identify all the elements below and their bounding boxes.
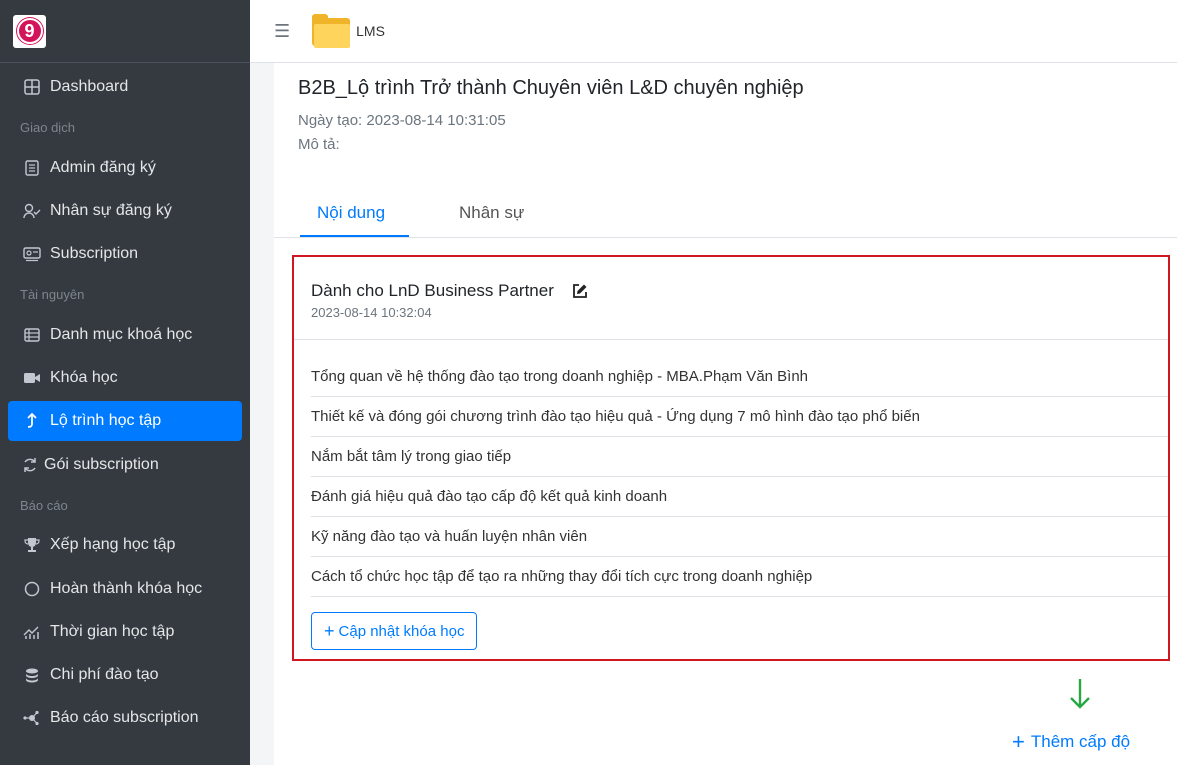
plus-icon: + (324, 620, 335, 641)
sidebar-item-label: Xếp hạng học tập (50, 536, 176, 553)
course-item[interactable]: Kỹ năng đào tạo và huấn luyện nhân viên (311, 517, 1168, 557)
add-level-button[interactable]: + Thêm cấp độ (1012, 729, 1130, 755)
sidebar-item-label: Gói subscription (44, 456, 159, 473)
sidebar-item-label: Lộ trình học tập (50, 412, 162, 429)
main-content: B2B_Lộ trình Trở thành Chuyên viên L&D c… (274, 63, 1177, 765)
course-item[interactable]: Thiết kế và đóng gói chương trình đào tạ… (311, 397, 1168, 437)
card-divider (294, 339, 1168, 340)
edit-icon[interactable] (572, 283, 588, 299)
tab-bar: Nội dung Nhân sự (274, 193, 1177, 238)
sidebar-item-training-cost[interactable]: Chi phí đào tạo (8, 655, 242, 695)
table-icon (22, 327, 42, 343)
active-tab-indicator (300, 235, 409, 237)
list-icon (22, 160, 42, 176)
hamburger-menu-icon[interactable]: ☰ (274, 21, 290, 42)
sidebar-item-subscription[interactable]: Subscription (8, 234, 242, 274)
tab-content[interactable]: Nội dung (317, 203, 385, 223)
nav-header-transactions: Giao dịch (20, 120, 75, 135)
subscription-icon (22, 246, 42, 262)
sidebar-item-subscription-package[interactable]: Gói subscription (8, 445, 242, 485)
coins-icon (22, 667, 42, 683)
nav-header-resources: Tài nguyên (20, 287, 85, 302)
user-check-icon (22, 203, 42, 219)
description-label: Mô tả: (298, 136, 340, 153)
course-item[interactable]: Tổng quan về hệ thống đào tạo trong doan… (311, 357, 1168, 397)
top-navbar: ☰ LMS (250, 0, 1177, 63)
nav-header-reports: Báo cáo (20, 498, 68, 513)
sidebar-item-course-completion[interactable]: Hoàn thành khóa học (8, 569, 242, 609)
update-courses-button[interactable]: + Cập nhật khóa học (311, 612, 478, 650)
course-item[interactable]: Đánh giá hiệu quả đào tạo cấp độ kết quả… (311, 477, 1168, 517)
chart-icon (22, 624, 42, 640)
tab-staff[interactable]: Nhân sự (459, 203, 524, 223)
circle-icon (22, 581, 42, 597)
sidebar-item-label: Subscription (50, 245, 139, 262)
arrow-up-icon (22, 412, 42, 430)
level-title: Dành cho LnD Business Partner (311, 281, 554, 300)
content-gutter (250, 63, 274, 765)
sidebar-item-learning-path[interactable]: Lộ trình học tập (8, 401, 242, 441)
sidebar-item-label: Danh mục khoá học (50, 326, 193, 343)
sidebar-item-label: Dashboard (50, 78, 129, 95)
sidebar-item-course-catalog[interactable]: Danh mục khoá học (8, 315, 242, 355)
sidebar-item-dashboard[interactable]: Dashboard (8, 67, 242, 107)
sidebar-item-label: Thời gian học tập (50, 623, 175, 640)
dashboard-icon (22, 79, 42, 95)
app-name[interactable]: LMS (356, 23, 385, 39)
sidebar-item-label: Khóa học (50, 369, 118, 386)
folder-icon[interactable] (310, 14, 352, 48)
created-date: Ngày tạo: 2023-08-14 10:31:05 (298, 112, 506, 129)
network-icon (22, 710, 42, 726)
sidebar-logo[interactable]: 9 (0, 0, 250, 63)
logo-mark: 9 (16, 18, 43, 44)
add-level-label: Thêm cấp độ (1030, 732, 1131, 751)
sidebar: 9 Dashboard Giao dịch Admin đăng ký Nhân… (0, 0, 250, 765)
sidebar-item-label: Nhân sự đăng ký (50, 202, 172, 219)
update-courses-label: Cập nhật khóa học (338, 622, 465, 640)
level-title-row: Dành cho LnD Business Partner (311, 281, 588, 301)
course-item[interactable]: Nắm bắt tâm lý trong giao tiếp (311, 437, 1168, 477)
plus-icon: + (1012, 729, 1025, 754)
course-item[interactable]: Cách tổ chức học tập để tạo ra những tha… (311, 557, 1168, 597)
sidebar-item-admin-registration[interactable]: Admin đăng ký (8, 148, 242, 188)
sidebar-item-label: Chi phí đào tạo (50, 666, 159, 683)
sidebar-item-label: Báo cáo subscription (50, 709, 199, 726)
sidebar-item-label: Admin đăng ký (50, 159, 156, 176)
page-title: B2B_Lộ trình Trở thành Chuyên viên L&D c… (298, 77, 804, 99)
level-card: Dành cho LnD Business Partner 2023-08-14… (292, 255, 1170, 661)
sidebar-item-staff-registration[interactable]: Nhân sự đăng ký (8, 191, 242, 231)
sidebar-item-learning-time[interactable]: Thời gian học tập (8, 612, 242, 652)
sidebar-item-label: Hoàn thành khóa học (50, 580, 203, 597)
brand-logo: 9 (13, 14, 46, 48)
sidebar-item-courses[interactable]: Khóa học (8, 358, 242, 398)
level-date: 2023-08-14 10:32:04 (311, 305, 432, 320)
sidebar-item-learning-ranking[interactable]: Xếp hạng học tập (8, 525, 242, 565)
refresh-icon (20, 457, 40, 473)
video-icon (22, 371, 42, 385)
sidebar-item-subscription-report[interactable]: Báo cáo subscription (8, 698, 242, 738)
arrow-down-icon (1067, 677, 1093, 716)
trophy-icon (22, 537, 42, 553)
